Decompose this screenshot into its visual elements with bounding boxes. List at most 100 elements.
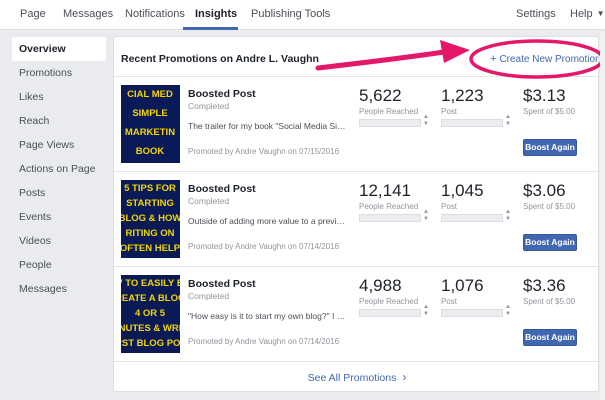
boost-again-button[interactable]: Boost Again bbox=[523, 234, 577, 251]
plus-icon: + bbox=[490, 53, 497, 65]
sidebar-item-posts[interactable]: Posts bbox=[12, 181, 106, 205]
sidebar-item-actions-on-page[interactable]: Actions on Page bbox=[12, 157, 106, 181]
promotion-row[interactable]: V TO EASILY B REATE A BLOG 4 OR 5 NUTES … bbox=[114, 268, 598, 360]
post-metric: 1,076 Post ▲ ▼ bbox=[441, 276, 511, 317]
thumbnail-text: V TO EASILY B bbox=[121, 278, 180, 289]
up-down-stepper-icon[interactable]: ▲ ▼ bbox=[423, 209, 429, 225]
thumbnail-text: SIMPLE bbox=[132, 108, 168, 119]
metric-bar bbox=[441, 309, 503, 317]
sidebar-item-likes[interactable]: Likes bbox=[12, 85, 106, 109]
spent-metric: $3.06 Spent of $5.00 bbox=[523, 181, 575, 211]
post-label: Post bbox=[441, 202, 458, 211]
thumbnail-text: 4 OR 5 bbox=[134, 308, 166, 319]
promotion-thumbnail[interactable]: CIAL MED SIMPLE MARKETIN BOOK bbox=[121, 85, 180, 163]
help-label: Help bbox=[570, 8, 593, 20]
post-metric: 1,045 Post ▲ ▼ bbox=[441, 181, 511, 222]
metric-bar bbox=[359, 214, 421, 222]
post-value: 1,223 bbox=[441, 86, 484, 105]
promotion-title[interactable]: Boosted Post bbox=[188, 278, 256, 290]
spent-value: $3.13 bbox=[523, 86, 566, 105]
boost-again-button[interactable]: Boost Again bbox=[523, 139, 577, 156]
tab-page[interactable]: Page bbox=[20, 8, 46, 20]
up-down-stepper-icon[interactable]: ▲ ▼ bbox=[505, 209, 511, 225]
chevron-right-icon: › bbox=[402, 370, 407, 384]
spent-metric: $3.13 Spent of $5.00 bbox=[523, 86, 575, 116]
people-reached-value: 4,988 bbox=[359, 276, 402, 295]
settings-link[interactable]: Settings bbox=[516, 8, 556, 20]
spent-value: $3.36 bbox=[523, 276, 566, 295]
divider bbox=[114, 76, 598, 77]
thumbnail-text: OFTEN HELP bbox=[121, 243, 180, 254]
sidebar-item-overview[interactable]: Overview bbox=[12, 37, 106, 61]
sidebar-item-people[interactable]: People bbox=[12, 253, 106, 277]
up-down-stepper-icon[interactable]: ▲ ▼ bbox=[505, 114, 511, 130]
tab-insights[interactable]: Insights bbox=[195, 8, 237, 20]
promotion-row[interactable]: 5 TIPS FOR STARTING BLOG & HOW RITING ON… bbox=[114, 173, 598, 265]
post-label: Post bbox=[441, 297, 458, 306]
divider bbox=[114, 361, 598, 362]
metric-bar bbox=[441, 214, 503, 222]
sidebar-item-events[interactable]: Events bbox=[12, 205, 106, 229]
thumbnail-text: STARTING bbox=[126, 198, 174, 209]
tab-notifications[interactable]: Notifications bbox=[125, 8, 185, 20]
people-reached-metric: 12,141 People Reached ▲ ▼ bbox=[359, 181, 429, 222]
promotion-description: "How easy is it to start my own blog?" I… bbox=[188, 311, 346, 321]
thumbnail-text: 5 TIPS FOR bbox=[124, 183, 176, 194]
promotion-row[interactable]: CIAL MED SIMPLE MARKETIN BOOK Boosted Po… bbox=[114, 78, 598, 170]
boost-again-button[interactable]: Boost Again bbox=[523, 329, 577, 346]
sidebar-item-page-views[interactable]: Page Views bbox=[12, 133, 106, 157]
post-label: Post bbox=[441, 107, 458, 116]
thumbnail-text: BLOG & HOW bbox=[121, 213, 180, 224]
people-reached-value: 5,622 bbox=[359, 86, 402, 105]
tab-publishing-tools[interactable]: Publishing Tools bbox=[251, 8, 330, 20]
caret-down-icon: ▼ bbox=[596, 9, 605, 18]
metric-bar bbox=[359, 309, 421, 317]
tab-messages[interactable]: Messages bbox=[63, 8, 113, 20]
create-new-promotion-label: Create New Promotion bbox=[499, 54, 599, 65]
see-all-label: See All Promotions bbox=[307, 372, 397, 384]
up-down-stepper-icon[interactable]: ▲ ▼ bbox=[423, 114, 429, 130]
help-menu[interactable]: Help ▼ bbox=[570, 8, 605, 20]
thumbnail-text: RST BLOG POS bbox=[121, 338, 180, 349]
post-value: 1,076 bbox=[441, 276, 484, 295]
divider bbox=[114, 171, 598, 172]
sidebar-item-videos[interactable]: Videos bbox=[12, 229, 106, 253]
people-reached-label: People Reached bbox=[359, 202, 419, 211]
see-all-promotions-link[interactable]: See All Promotions › bbox=[114, 370, 598, 384]
page-scrollbar[interactable] bbox=[600, 31, 605, 400]
promotion-thumbnail[interactable]: V TO EASILY B REATE A BLOG 4 OR 5 NUTES … bbox=[121, 275, 180, 353]
spent-label: Spent of $5.00 bbox=[523, 107, 576, 116]
promotion-description: The trailer for my book "Social Media Si… bbox=[188, 121, 346, 131]
people-reached-label: People Reached bbox=[359, 297, 419, 306]
people-reached-metric: 4,988 People Reached ▲ ▼ bbox=[359, 276, 429, 317]
sidebar-item-reach[interactable]: Reach bbox=[12, 109, 106, 133]
promotion-status: Completed bbox=[188, 101, 230, 111]
thumbnail-text: RITING ON bbox=[125, 228, 175, 239]
up-down-stepper-icon[interactable]: ▲ ▼ bbox=[505, 304, 511, 320]
metric-bar bbox=[359, 119, 421, 127]
thumbnail-text: REATE A BLOG bbox=[121, 293, 180, 304]
promotion-thumbnail[interactable]: 5 TIPS FOR STARTING BLOG & HOW RITING ON… bbox=[121, 180, 180, 258]
create-new-promotion-button[interactable]: + Create New Promotion bbox=[490, 53, 599, 65]
post-value: 1,045 bbox=[441, 181, 484, 200]
thumbnail-text: MARKETIN bbox=[124, 127, 176, 138]
post-metric: 1,223 Post ▲ ▼ bbox=[441, 86, 511, 127]
spent-label: Spent of $5.00 bbox=[523, 202, 576, 211]
spent-metric: $3.36 Spent of $5.00 bbox=[523, 276, 575, 306]
promotion-description: Outside of adding more value to a previo… bbox=[188, 216, 346, 226]
up-down-stepper-icon[interactable]: ▲ ▼ bbox=[423, 304, 429, 320]
promotion-title[interactable]: Boosted Post bbox=[188, 88, 256, 100]
active-tab-indicator bbox=[183, 27, 238, 30]
promoted-by: Promoted by Andre Vaughn on 07/14/2016 bbox=[188, 242, 340, 251]
recent-promotions-panel: Recent Promotions on Andre L. Vaughn + Cr… bbox=[113, 36, 599, 392]
promotion-title[interactable]: Boosted Post bbox=[188, 183, 256, 195]
sidebar-item-promotions[interactable]: Promotions bbox=[12, 61, 106, 85]
promoted-by: Promoted by Andre Vaughn on 07/14/2016 bbox=[188, 337, 340, 346]
top-navigation: Page Messages Notifications Insights Pub… bbox=[0, 0, 605, 30]
divider bbox=[114, 266, 598, 267]
thumbnail-text: NUTES & WRI bbox=[121, 323, 180, 334]
sidebar-item-messages[interactable]: Messages bbox=[12, 277, 106, 301]
spent-value: $3.06 bbox=[523, 181, 566, 200]
thumbnail-text: BOOK bbox=[135, 146, 165, 157]
people-reached-value: 12,141 bbox=[359, 181, 411, 200]
